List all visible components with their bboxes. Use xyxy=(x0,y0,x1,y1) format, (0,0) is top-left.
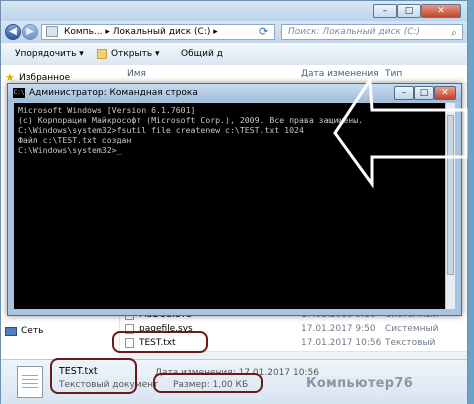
highlight-oval-file xyxy=(112,331,208,353)
highlight-oval-details xyxy=(50,358,137,394)
watermark: Компьютер76 xyxy=(306,376,414,391)
annotation-layer xyxy=(333,75,468,189)
highlight-oval-size xyxy=(153,373,263,393)
pointer-arrow-annotation xyxy=(333,75,468,189)
